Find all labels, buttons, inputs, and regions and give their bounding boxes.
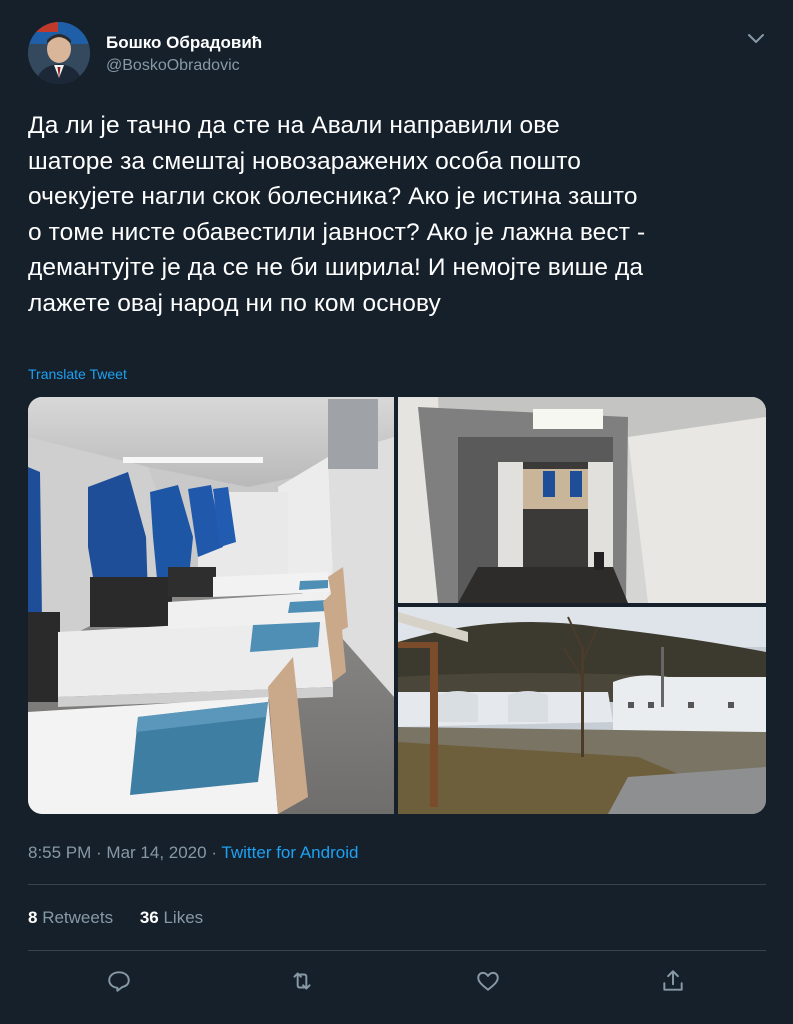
retweets-label: Retweets: [42, 908, 114, 927]
share-icon[interactable]: [660, 968, 690, 998]
tweet-stats: 8 Retweets 36 Likes: [28, 908, 225, 928]
tweet-text-line: лажете овај народ ни по ком основу: [28, 289, 441, 317]
reply-icon[interactable]: [106, 968, 136, 998]
divider: [28, 950, 766, 951]
avatar[interactable]: [28, 22, 90, 84]
tweet-source-link[interactable]: Twitter for Android: [221, 843, 358, 862]
photo-tent-corridor[interactable]: [398, 397, 766, 603]
retweet-icon[interactable]: [289, 968, 319, 998]
retweets-stat[interactable]: 8 Retweets: [28, 908, 113, 927]
author-name[interactable]: Бошко Обрадовић: [106, 33, 262, 53]
likes-label: Likes: [163, 908, 204, 927]
meta-separator: ·: [206, 843, 222, 862]
tweet-text: Да ли је тачно да сте на Авали направили…: [28, 108, 773, 321]
media-grid: [28, 397, 766, 814]
meta-separator: ·: [91, 843, 107, 862]
heart-icon[interactable]: [475, 968, 505, 998]
tweet-text-line: демантујте је да се не би ширила! И немо…: [28, 254, 644, 281]
photo-tent-beds[interactable]: [28, 397, 394, 814]
chevron-down-icon[interactable]: [744, 28, 768, 48]
tweet-text-line: Да ли је тачно да сте на Авали направили…: [28, 112, 560, 139]
translate-tweet-link[interactable]: Translate Tweet: [28, 366, 127, 382]
tweet-date[interactable]: Mar 14, 2020: [106, 843, 206, 862]
likes-stat[interactable]: 36 Likes: [140, 908, 203, 927]
tweet-text-line: о томе нисте обавестили јавност? Ако је …: [28, 218, 646, 246]
photo-tents-outdoor[interactable]: [398, 607, 766, 814]
author-handle[interactable]: @BoskoObradovic: [106, 57, 240, 75]
tweet-text-line: шаторе за смештај новозаражених особа по…: [28, 147, 581, 175]
action-bar: [0, 968, 793, 1002]
tweet-time[interactable]: 8:55 PM: [28, 843, 91, 862]
tweet-card: Бошко Обрадовић @BoskoObradovic Да ли је…: [0, 0, 793, 1024]
retweets-count: 8: [28, 908, 38, 927]
likes-count: 36: [139, 908, 159, 927]
divider: [28, 884, 766, 885]
tweet-meta: 8:55 PM · Mar 14, 2020 · Twitter for And…: [28, 843, 358, 863]
tweet-text-line: очекујете нагли скок болесника? Ако је и…: [28, 183, 638, 210]
